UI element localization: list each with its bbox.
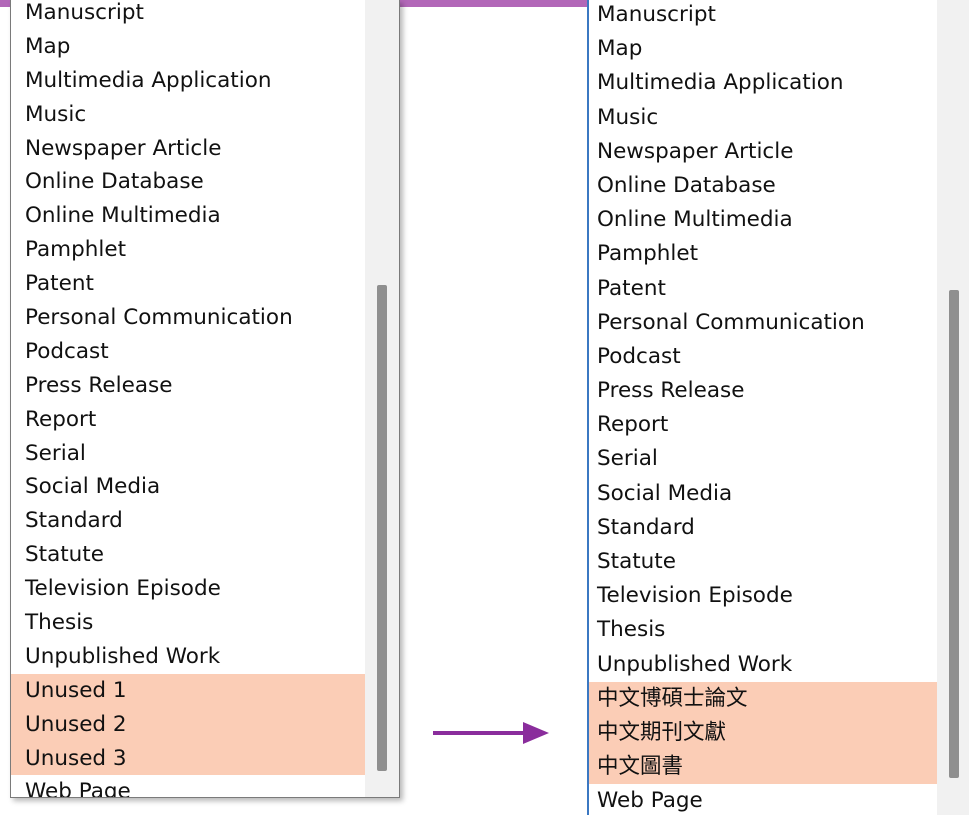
scrollbar-thumb-after[interactable] xyxy=(949,290,959,778)
list-item[interactable]: Manuscript xyxy=(589,0,941,32)
list-item[interactable]: Standard xyxy=(11,504,366,538)
list-item[interactable]: Statute xyxy=(11,538,366,572)
list-item[interactable]: Map xyxy=(11,30,366,64)
list-item[interactable]: Online Database xyxy=(589,169,941,203)
list-item[interactable]: Report xyxy=(11,403,366,437)
list-item[interactable]: 中文博碩士論文 xyxy=(589,681,941,716)
list-item[interactable]: Newspaper Article xyxy=(589,135,941,169)
list-item[interactable]: Unused 3 xyxy=(11,741,366,776)
list-item[interactable]: Report xyxy=(589,408,941,442)
list-item[interactable]: Personal Communication xyxy=(589,306,941,340)
list-item[interactable]: Newspaper Article xyxy=(11,132,366,166)
reference-type-list-before[interactable]: Manuscript Map Multimedia Application Music… xyxy=(10,0,400,798)
list-item[interactable]: Press Release xyxy=(589,374,941,408)
list-item[interactable]: Manuscript xyxy=(11,0,366,30)
list-item[interactable]: Television Episode xyxy=(11,572,366,606)
list-items-after: Manuscript Map Multimedia Application Music… xyxy=(589,0,941,815)
scrollbar-thumb-before[interactable] xyxy=(377,285,387,771)
list-item[interactable]: Web Page xyxy=(589,784,941,815)
list-item[interactable]: Standard xyxy=(589,511,941,545)
reference-type-list-after[interactable]: Manuscript Map Multimedia Application Music… xyxy=(587,0,969,815)
list-item[interactable]: Web Page xyxy=(11,775,366,797)
list-item[interactable]: Press Release xyxy=(11,369,366,403)
list-item[interactable]: Multimedia Application xyxy=(11,64,366,98)
right-arrow-icon xyxy=(433,722,551,744)
list-item[interactable]: Podcast xyxy=(589,340,941,374)
list-item[interactable]: Thesis xyxy=(11,606,366,640)
list-item[interactable]: Unpublished Work xyxy=(11,640,366,674)
list-item[interactable]: Thesis xyxy=(589,613,941,647)
scrollbar-track-after[interactable] xyxy=(937,0,969,815)
list-item[interactable]: Serial xyxy=(589,442,941,476)
list-item[interactable]: Music xyxy=(11,98,366,132)
list-item[interactable]: Pamphlet xyxy=(11,233,366,267)
list-item[interactable]: Online Database xyxy=(11,165,366,199)
list-item[interactable]: Television Episode xyxy=(589,579,941,613)
arrow-shaft xyxy=(433,731,525,735)
list-item[interactable]: 中文圖書 xyxy=(589,750,941,785)
list-item[interactable]: Music xyxy=(589,101,941,135)
list-item[interactable]: Pamphlet xyxy=(589,237,941,271)
list-item[interactable]: Unused 2 xyxy=(11,707,366,742)
list-item[interactable]: Patent xyxy=(589,272,941,306)
list-item[interactable]: 中文期刊文獻 xyxy=(589,715,941,751)
list-item[interactable]: Personal Communication xyxy=(11,301,366,335)
list-item[interactable]: Podcast xyxy=(11,335,366,369)
list-item[interactable]: Social Media xyxy=(11,470,366,504)
list-item[interactable]: Map xyxy=(589,32,941,66)
arrow-head xyxy=(523,722,549,744)
list-item[interactable]: Unused 1 xyxy=(11,673,366,708)
list-item[interactable]: Social Media xyxy=(589,477,941,511)
list-item[interactable]: Serial xyxy=(11,437,366,471)
list-item[interactable]: Multimedia Application xyxy=(589,66,941,100)
list-item[interactable]: Online Multimedia xyxy=(589,203,941,237)
list-item[interactable]: Unpublished Work xyxy=(589,648,941,682)
list-item[interactable]: Patent xyxy=(11,267,366,301)
list-items-before: Manuscript Map Multimedia Application Music… xyxy=(11,0,366,797)
list-item[interactable]: Online Multimedia xyxy=(11,199,366,233)
list-item[interactable]: Statute xyxy=(589,545,941,579)
scrollbar-track-before[interactable] xyxy=(365,0,399,797)
